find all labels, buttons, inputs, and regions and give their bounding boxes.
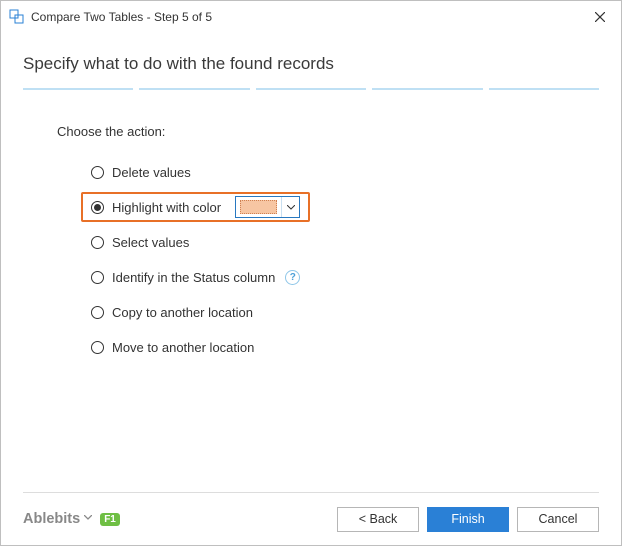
chevron-down-icon xyxy=(281,197,299,217)
radio-icon xyxy=(91,306,104,319)
color-swatch-icon xyxy=(240,200,277,214)
brand-label[interactable]: Ablebits xyxy=(23,511,92,527)
help-icon[interactable]: ? xyxy=(285,270,300,285)
option-label: Select values xyxy=(112,235,189,250)
finish-button[interactable]: Finish xyxy=(427,507,509,532)
close-icon xyxy=(595,12,605,22)
radio-icon xyxy=(91,341,104,354)
close-button[interactable] xyxy=(579,2,621,32)
f1-help-badge[interactable]: F1 xyxy=(100,513,120,526)
radio-checked-icon xyxy=(94,204,101,211)
option-identify-status-column[interactable]: Identify in the Status column ? xyxy=(81,262,310,292)
brand-text: Ablebits xyxy=(23,511,80,527)
app-icon xyxy=(9,9,25,25)
chevron-down-icon xyxy=(84,515,92,523)
radio-icon xyxy=(91,271,104,284)
step-segment xyxy=(23,88,133,90)
option-label: Delete values xyxy=(112,165,191,180)
footer-buttons: < Back Finish Cancel xyxy=(337,507,599,532)
option-select-values[interactable]: Select values xyxy=(81,227,307,257)
footer: Ablebits F1 < Back Finish Cancel xyxy=(1,493,621,545)
cancel-button[interactable]: Cancel xyxy=(517,507,599,532)
content-area: Specify what to do with the found record… xyxy=(1,32,621,492)
action-options: Delete values Highlight with color xyxy=(81,157,599,362)
option-label: Highlight with color xyxy=(112,200,221,215)
radio-icon xyxy=(91,236,104,249)
step-segment xyxy=(489,88,599,90)
option-highlight-with-color[interactable]: Highlight with color xyxy=(81,192,310,222)
option-copy-to-location[interactable]: Copy to another location xyxy=(81,297,307,327)
radio-icon xyxy=(91,166,104,179)
titlebar: Compare Two Tables - Step 5 of 5 xyxy=(1,1,621,32)
dialog-window: Compare Two Tables - Step 5 of 5 Specify… xyxy=(0,0,622,546)
step-segment xyxy=(139,88,249,90)
option-delete-values[interactable]: Delete values xyxy=(81,157,307,187)
steps-progress xyxy=(23,88,599,90)
option-move-to-location[interactable]: Move to another location xyxy=(81,332,307,362)
back-button[interactable]: < Back xyxy=(337,507,419,532)
option-label: Move to another location xyxy=(112,340,254,355)
step-segment xyxy=(372,88,482,90)
radio-icon xyxy=(91,201,104,214)
highlight-color-dropdown[interactable] xyxy=(235,196,300,218)
page-heading: Specify what to do with the found record… xyxy=(23,54,599,74)
option-label: Copy to another location xyxy=(112,305,253,320)
option-label: Identify in the Status column xyxy=(112,270,275,285)
section-label: Choose the action: xyxy=(57,124,599,139)
step-segment xyxy=(256,88,366,90)
window-title: Compare Two Tables - Step 5 of 5 xyxy=(31,10,212,24)
